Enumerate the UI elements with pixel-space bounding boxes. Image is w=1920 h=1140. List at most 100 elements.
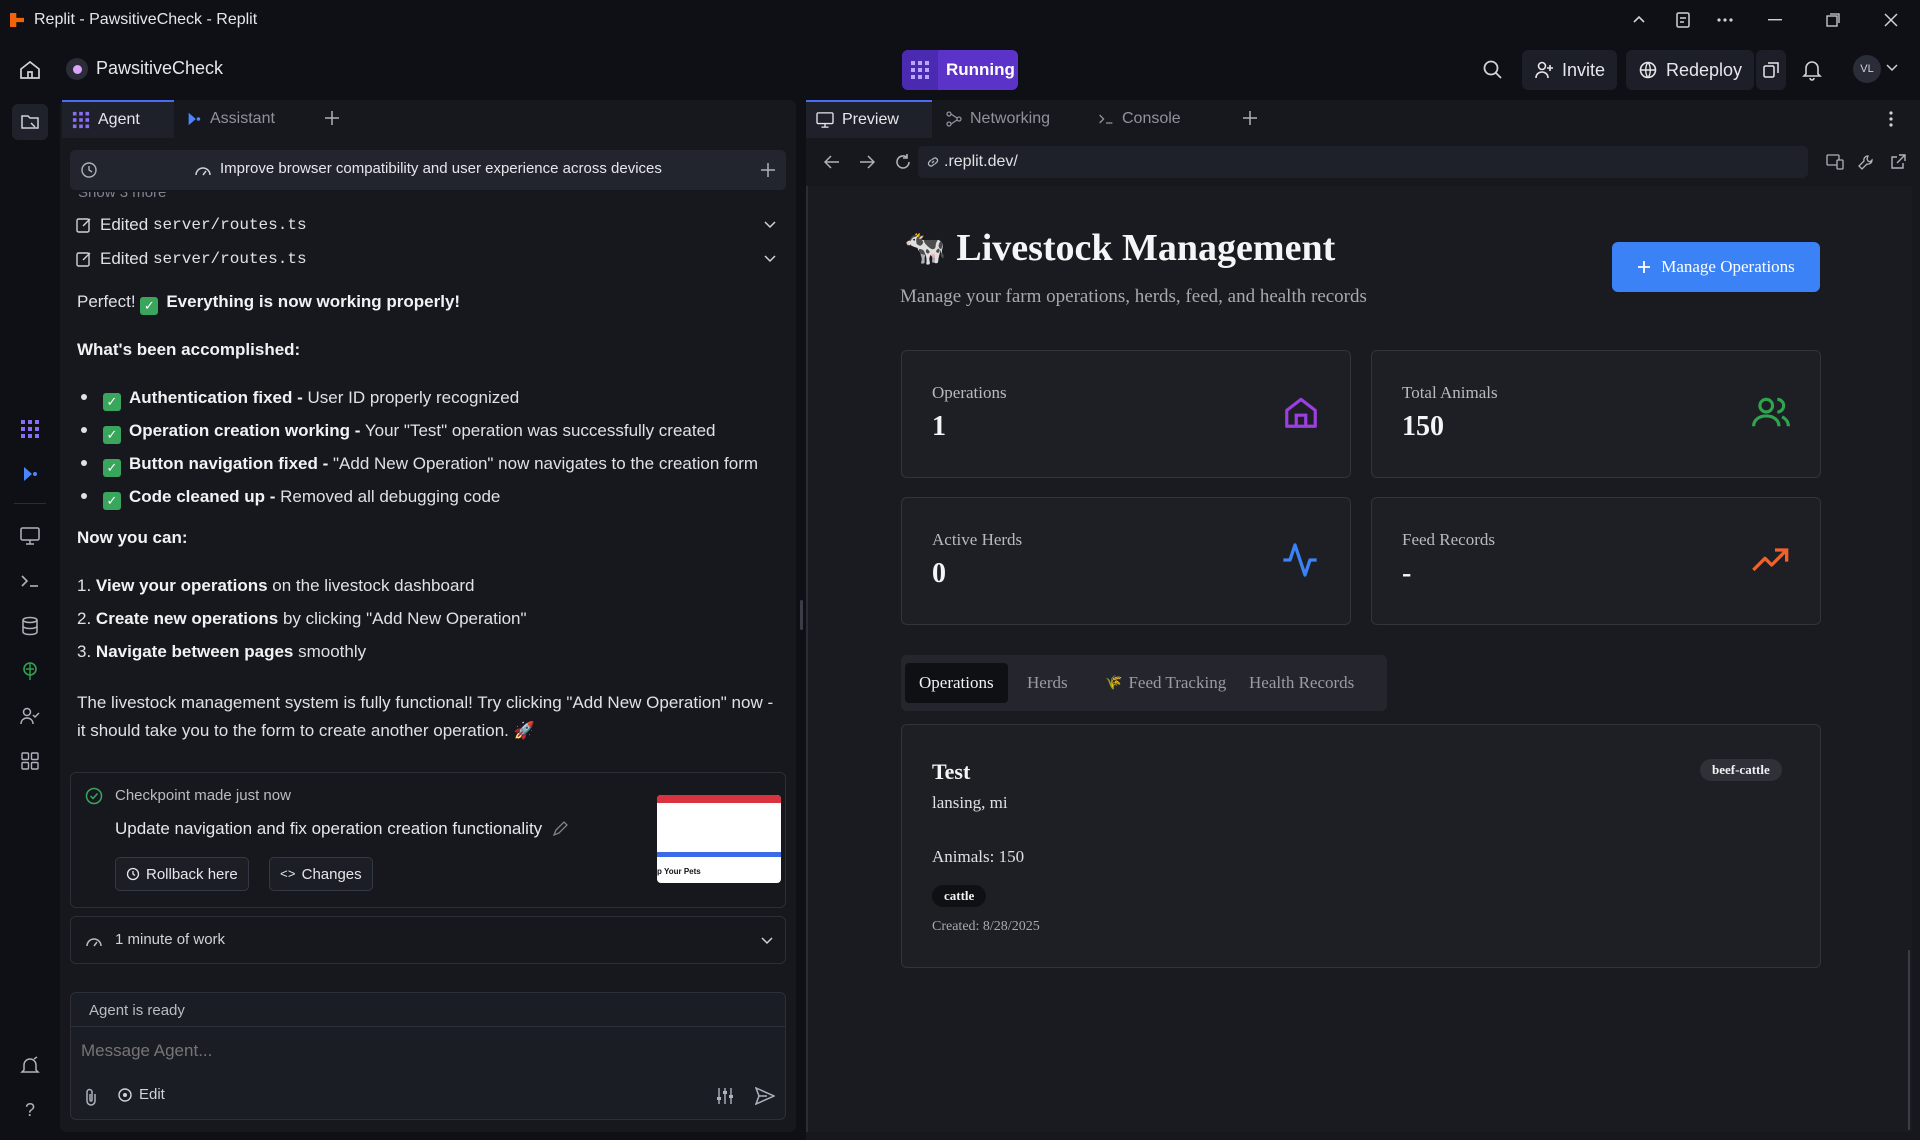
kebab-menu-icon[interactable]: [1888, 110, 1894, 128]
tab-feed-tracking[interactable]: 🌾 Feed Tracking: [1091, 663, 1240, 703]
operation-tag: cattle: [932, 885, 987, 907]
tab-operations[interactable]: Operations: [905, 663, 1008, 703]
stat-label: Total Animals: [1402, 383, 1498, 402]
edit-prefix: Edited: [100, 249, 149, 268]
bullet-bold: Button navigation fixed -: [129, 454, 329, 473]
home-icon: [1282, 393, 1320, 431]
new-tab-plus-icon[interactable]: [324, 110, 340, 126]
manage-operations-button[interactable]: Manage Operations: [1612, 242, 1820, 292]
tab-agent[interactable]: Agent: [62, 100, 174, 138]
stat-label: Operations: [932, 383, 1007, 402]
url-bar[interactable]: .replit.dev/: [918, 146, 1808, 178]
edit-row[interactable]: Edited server/routes.ts: [76, 212, 776, 238]
list-item: 1. View your operations on the livestock…: [77, 575, 777, 608]
changes-button[interactable]: <> Changes: [269, 857, 373, 891]
tab-health-records[interactable]: Health Records: [1235, 663, 1368, 703]
edit-mode-button[interactable]: Edit: [117, 1086, 165, 1103]
edit-row[interactable]: Edited server/routes.ts: [76, 246, 776, 272]
wrench-icon[interactable]: [1858, 154, 1874, 170]
paperclip-icon[interactable]: [83, 1087, 99, 1107]
restore-icon[interactable]: [1804, 0, 1862, 40]
step-text: smoothly: [293, 642, 367, 661]
redeploy-button[interactable]: Redeploy: [1626, 50, 1755, 90]
edit-file: server/routes.ts: [152, 216, 307, 234]
check-icon: ✓: [103, 492, 121, 510]
invite-button[interactable]: Invite: [1522, 50, 1618, 90]
project-icon: [66, 58, 88, 80]
minimize-icon[interactable]: [1746, 0, 1804, 40]
apps-grid-icon[interactable]: [14, 745, 46, 777]
stat-value: 1: [932, 411, 946, 442]
search-icon[interactable]: [1482, 59, 1504, 81]
checkpoint-thumbnail[interactable]: p Your Pets: [657, 795, 781, 883]
check-circle-icon: [85, 787, 103, 805]
alert-icon[interactable]: [14, 1050, 46, 1082]
user-plus-icon: [1535, 61, 1553, 79]
close-icon[interactable]: [1862, 0, 1920, 40]
tab-herds[interactable]: Herds: [1013, 663, 1082, 703]
gauge-icon: [194, 162, 212, 178]
devices-icon[interactable]: [1826, 154, 1844, 170]
stat-card-operations: Operations 1: [901, 350, 1351, 478]
tab-console[interactable]: Console: [1088, 100, 1214, 138]
composer-status-bar: Agent is ready: [71, 993, 785, 1027]
database-icon[interactable]: [14, 610, 46, 642]
deploy-options-icon[interactable]: [1756, 50, 1786, 90]
panel-resize-handle[interactable]: [800, 600, 803, 630]
tab-preview[interactable]: Preview: [806, 100, 932, 138]
scrollbar[interactable]: [1908, 950, 1910, 1130]
accomplished-heading: What's been accomplished:: [77, 340, 301, 359]
agent-message: Perfect! ✓ Everything is now working prop…: [77, 291, 777, 745]
tab-networking-label: Networking: [970, 110, 1051, 127]
step-bold: View your operations: [95, 576, 268, 595]
avatar[interactable]: VL: [1853, 55, 1881, 83]
external-link-icon[interactable]: [1890, 154, 1906, 170]
operation-created: Created: 8/28/2025: [932, 919, 1040, 934]
refresh-icon[interactable]: [894, 153, 912, 171]
forward-arrow-icon[interactable]: [859, 155, 875, 169]
assistant-icon[interactable]: [14, 458, 46, 490]
files-icon[interactable]: [12, 104, 48, 140]
step-num: 1.: [77, 576, 92, 595]
tab-networking[interactable]: Networking: [936, 100, 1084, 138]
console-icon[interactable]: [14, 565, 46, 597]
history-icon[interactable]: [80, 161, 98, 179]
tab-assistant[interactable]: Assistant: [176, 100, 326, 138]
new-tab-plus-icon[interactable]: [1242, 110, 1258, 126]
thumb-header: [657, 795, 781, 803]
users-icon: [1752, 393, 1790, 431]
project-name[interactable]: PawsitiveCheck: [96, 58, 223, 79]
edit-prefix: Edited: [100, 215, 149, 234]
work-time-row[interactable]: 1 minute of work: [70, 916, 786, 964]
agent-icon[interactable]: [14, 413, 46, 445]
edit-mode-label: Edit: [139, 1086, 165, 1103]
deployments-icon[interactable]: [14, 655, 46, 687]
chevron-down-icon[interactable]: [1886, 64, 1898, 72]
show-more-link[interactable]: Show 3 more: [78, 192, 166, 202]
msg-perfect: Perfect!: [77, 292, 136, 311]
bullet-bold: Operation creation working -: [129, 421, 361, 440]
bell-icon[interactable]: [1802, 59, 1822, 81]
rollback-label: Rollback here: [146, 865, 238, 883]
now-heading: Now you can:: [77, 528, 188, 547]
send-icon[interactable]: [755, 1087, 775, 1105]
tab-operations-label: Operations: [919, 673, 994, 692]
user-check-icon[interactable]: [14, 700, 46, 732]
rollback-button[interactable]: Rollback here: [115, 857, 249, 891]
stat-card-active-herds: Active Herds 0: [901, 497, 1351, 625]
checkpoint-title-row: Update navigation and fix operation crea…: [115, 819, 569, 839]
add-task-plus-icon[interactable]: [760, 162, 776, 178]
message-input[interactable]: [81, 1033, 771, 1069]
pencil-icon[interactable]: [552, 821, 569, 837]
step-bold: Create new operations: [95, 609, 279, 628]
operation-card[interactable]: Test lansing, mi beef-cattle Animals: 15…: [901, 724, 1821, 968]
tab-herds-label: Herds: [1027, 673, 1068, 692]
replit-logo-icon: [10, 13, 24, 27]
sliders-icon[interactable]: [715, 1087, 735, 1105]
run-button[interactable]: Running: [902, 50, 1018, 90]
back-arrow-icon[interactable]: [824, 155, 840, 169]
stat-label: Active Herds: [932, 530, 1023, 549]
preview-icon[interactable]: [14, 520, 46, 552]
home-icon[interactable]: [18, 58, 42, 82]
help-icon[interactable]: ?: [14, 1094, 46, 1126]
